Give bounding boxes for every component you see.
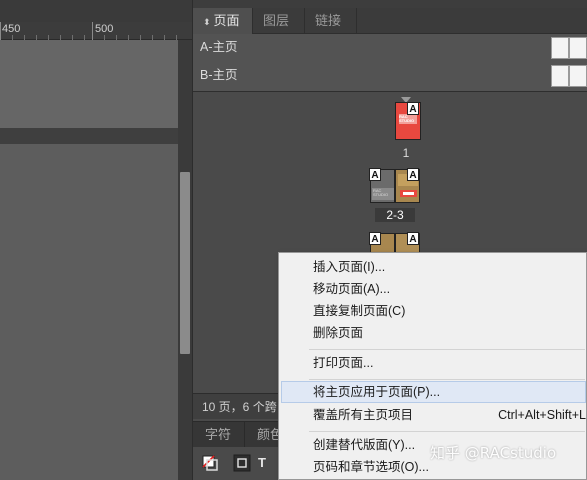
menu-item-numbering-section-options-label: 页码和章节选项(O)...	[313, 460, 429, 474]
pasteboard[interactable]	[0, 40, 178, 128]
tab-layers[interactable]: 图层	[253, 8, 305, 34]
fill-stroke-icon[interactable]	[201, 454, 219, 472]
menu-separator	[309, 349, 585, 350]
tab-pages-label: 页面	[213, 13, 240, 28]
ruler-label-500: 500	[95, 23, 114, 35]
tab-pages[interactable]: ⬍ 页面	[193, 8, 253, 34]
ruler-label-450: 450	[2, 23, 21, 35]
tab-links-label: 链接	[315, 13, 342, 28]
menu-item-override-master-items[interactable]: 覆盖所有主页项目 Ctrl+Alt+Shift+L	[281, 404, 586, 426]
panel-tabs: ⬍ 页面 图层 链接	[193, 8, 587, 34]
master-a-left-thumb	[551, 37, 569, 59]
horizontal-ruler[interactable]: 450 500	[0, 22, 192, 40]
page-3-thumb-white-bar	[403, 192, 414, 195]
shortcut-label: Ctrl+Alt+Shift+L	[498, 408, 586, 422]
menu-item-delete-page-label: 删除页面	[313, 326, 364, 340]
tab-layers-label: 图层	[263, 13, 290, 28]
page-1-thumb-text: RAC STUDIO	[399, 114, 415, 123]
menu-item-move-pages-label: 移动页面(A)...	[313, 282, 391, 296]
page-area[interactable]	[0, 144, 178, 480]
container-format-icon[interactable]	[233, 454, 251, 472]
master-a-row[interactable]: A-主页	[193, 34, 587, 62]
page-1-master-tag: A	[407, 102, 419, 115]
menu-item-override-master-items-label: 覆盖所有主页项目	[313, 408, 414, 422]
master-a-label: A-主页	[200, 40, 238, 54]
menu-item-delete-page[interactable]: 删除页面	[281, 322, 586, 344]
tab-links[interactable]: 链接	[305, 8, 357, 34]
menu-item-duplicate-page[interactable]: 直接复制页面(C)	[281, 300, 586, 322]
text-format-icon[interactable]: T	[253, 454, 271, 472]
master-b-right-thumb	[569, 65, 587, 87]
page-3-master-tag: A	[407, 168, 419, 181]
menu-item-insert-pages-label: 插入页面(I)...	[313, 260, 386, 274]
page-2-master-tag: A	[369, 168, 381, 181]
scrollbar-thumb[interactable]	[180, 172, 190, 354]
masters-section: A-主页 B-主页	[193, 34, 587, 92]
menu-item-duplicate-page-label: 直接复制页面(C)	[313, 304, 406, 318]
page-2-thumb-text: RAC STUDIO	[373, 188, 389, 197]
ruler-top-strip	[0, 0, 192, 22]
page-4-master-tag: A	[369, 232, 381, 245]
collapse-chevron-icon: ⬍	[203, 17, 211, 27]
menu-separator	[309, 379, 585, 380]
menu-item-apply-master[interactable]: 将主页应用于页面(P)...	[281, 381, 586, 403]
master-a-right-thumb	[569, 37, 587, 59]
master-b-left-thumb	[551, 65, 569, 87]
tab-character[interactable]: 字符	[193, 422, 245, 448]
spread-2-3-number: 2-3	[375, 208, 415, 222]
menu-item-move-pages[interactable]: 移动页面(A)...	[281, 278, 586, 300]
menu-item-print-pages[interactable]: 打印页面...	[281, 352, 586, 374]
menu-item-apply-master-label: 将主页应用于页面(P)...	[313, 385, 441, 399]
page-edge	[0, 128, 178, 144]
menu-item-print-pages-label: 打印页面...	[313, 356, 374, 370]
panel-title-bar	[193, 0, 587, 8]
master-b-label: B-主页	[200, 68, 238, 82]
page-5-master-tag: A	[407, 232, 419, 245]
page-1-number: 1	[402, 146, 410, 160]
master-b-row[interactable]: B-主页	[193, 62, 587, 90]
menu-separator	[309, 431, 585, 432]
watermark: 知乎 @RACstudio	[430, 444, 557, 462]
menu-item-create-alternate-layout-label: 创建替代版面(Y)...	[313, 438, 416, 452]
menu-item-insert-pages[interactable]: 插入页面(I)...	[281, 256, 586, 278]
document-canvas[interactable]: 450 500	[0, 0, 192, 480]
